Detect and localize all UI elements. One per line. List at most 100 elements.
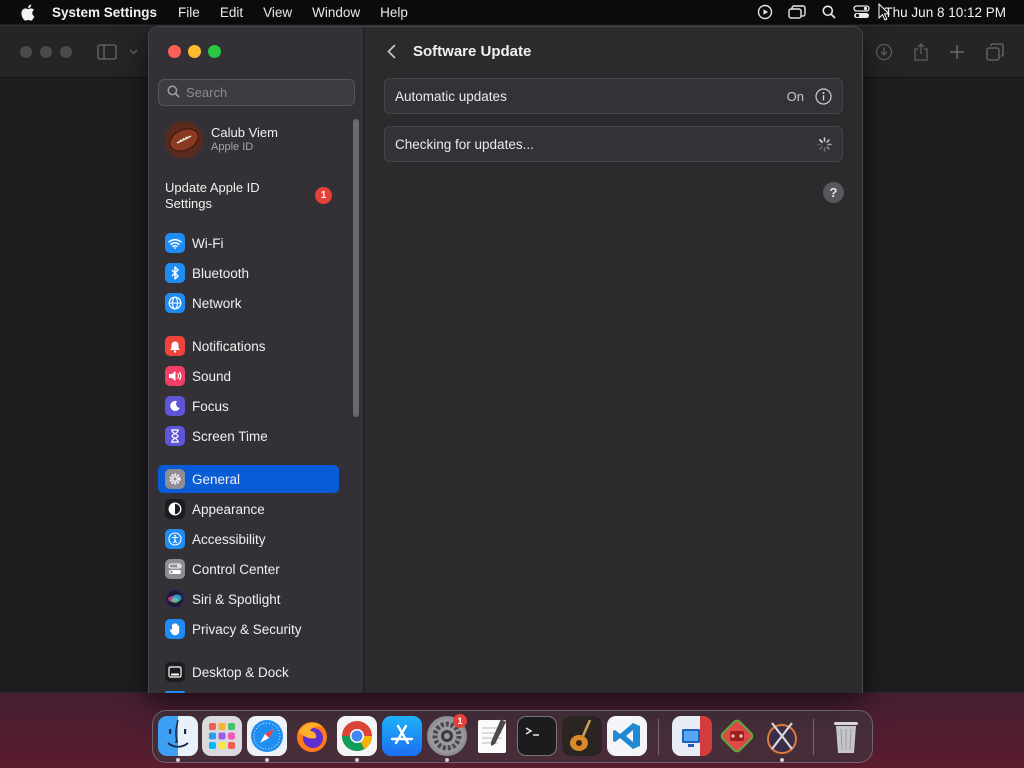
- menu-window[interactable]: Window: [312, 5, 360, 20]
- running-indicator: [355, 758, 359, 762]
- menu-app-name[interactable]: System Settings: [52, 5, 157, 20]
- moon-icon: [165, 396, 185, 416]
- bluetooth-icon: [165, 263, 185, 283]
- chevron-down-icon[interactable]: [126, 41, 140, 63]
- back-chevron-icon[interactable]: [383, 42, 399, 60]
- stage-manager-icon[interactable]: [788, 4, 807, 20]
- sidebar-item-siri-spotlight[interactable]: Siri & Spotlight: [158, 585, 339, 613]
- bell-icon: [165, 336, 185, 356]
- sidebar-item-label: Desktop & Dock: [192, 664, 289, 680]
- screen-recording-icon[interactable]: [756, 4, 774, 20]
- automatic-updates-row[interactable]: Automatic updates On: [384, 78, 843, 114]
- search-icon: [167, 84, 180, 101]
- gear-icon: [165, 469, 185, 489]
- sidebar-item-label: Sound: [192, 368, 232, 384]
- dock-firefox-icon[interactable]: [292, 716, 332, 756]
- dock-vscode-icon[interactable]: [607, 716, 647, 756]
- search-input[interactable]: [186, 85, 346, 100]
- sidebar-item-label: Notifications: [192, 338, 266, 354]
- speaker-icon: [165, 366, 185, 386]
- info-icon[interactable]: [815, 88, 832, 105]
- zoom-button[interactable]: [208, 45, 221, 58]
- notification-badge: 1: [315, 187, 332, 204]
- dock-remote-desktop-icon[interactable]: [672, 716, 712, 756]
- menu-file[interactable]: File: [178, 5, 200, 20]
- sidebar-item-wifi[interactable]: Wi-Fi: [158, 229, 339, 257]
- spotlight-search-icon[interactable]: [820, 4, 838, 20]
- sidebar-item-label: General: [192, 471, 241, 487]
- bg-zoom-button[interactable]: [60, 46, 72, 58]
- dock-launchpad-icon[interactable]: [202, 716, 242, 756]
- appearance-icon: [165, 499, 185, 519]
- sidebar-item-bluetooth[interactable]: Bluetooth: [158, 259, 339, 287]
- menu-help[interactable]: Help: [380, 5, 408, 20]
- profile-name: Calub Viem: [211, 125, 278, 140]
- dock-textedit-icon[interactable]: [472, 716, 512, 756]
- dock: 1: [152, 710, 873, 763]
- globe-icon: [165, 293, 185, 313]
- menu-view[interactable]: View: [263, 5, 292, 20]
- accessibility-icon: [165, 529, 185, 549]
- dock-garageband-icon[interactable]: [562, 716, 602, 756]
- sidebar-item-label: Screen Time: [192, 428, 268, 444]
- update-apple-id-settings[interactable]: Update Apple ID Settings 1: [165, 180, 337, 214]
- dock-finder-icon[interactable]: [158, 716, 198, 756]
- sidebar-item-notifications[interactable]: Notifications: [158, 332, 339, 360]
- dock-terminal-icon[interactable]: [517, 716, 557, 756]
- hand-icon: [165, 619, 185, 639]
- sidebar-item-sound[interactable]: Sound: [158, 362, 339, 390]
- profile-subtitle: Apple ID: [211, 141, 254, 153]
- content-pane: Software Update Automatic updates On Che…: [365, 27, 862, 693]
- apple-id-profile[interactable]: Calub Viem Apple ID: [165, 120, 345, 160]
- dock-instruments-icon[interactable]: [762, 716, 802, 756]
- sidebar-item-privacy-security[interactable]: Privacy & Security: [158, 615, 339, 643]
- sidebar-item-focus[interactable]: Focus: [158, 392, 339, 420]
- sidebar-item-general[interactable]: General: [158, 465, 339, 493]
- sidebar-item-accessibility[interactable]: Accessibility: [158, 525, 339, 553]
- sidebar-toggle-icon[interactable]: [96, 41, 118, 63]
- search-field[interactable]: [158, 79, 355, 106]
- help-button[interactable]: ?: [823, 182, 844, 203]
- sidebar-item-label: Network: [192, 295, 242, 311]
- dock-app-store-icon[interactable]: [382, 716, 422, 756]
- bg-close-button[interactable]: [20, 46, 32, 58]
- sidebar-item-desktop-dock[interactable]: Desktop & Dock: [158, 658, 339, 686]
- checking-updates-row: Checking for updates...: [384, 126, 843, 162]
- mouse-cursor-icon: [878, 2, 891, 21]
- sidebar-item-label: Focus: [192, 398, 229, 414]
- control-center-icon: [165, 559, 185, 579]
- dock-trash-icon[interactable]: [826, 716, 866, 756]
- dock-settings-badge: 1: [453, 714, 467, 728]
- new-tab-icon[interactable]: [946, 41, 968, 63]
- dock-safari-icon[interactable]: [247, 716, 287, 756]
- control-center-icon[interactable]: [852, 4, 870, 20]
- loading-spinner-icon: [817, 137, 832, 152]
- dock-separator: [658, 719, 659, 755]
- close-button[interactable]: [168, 45, 181, 58]
- running-indicator: [176, 758, 180, 762]
- dock-separator: [813, 719, 814, 755]
- dock-red-app-icon[interactable]: [717, 716, 757, 756]
- bg-minimize-button[interactable]: [40, 46, 52, 58]
- menu-clock[interactable]: Thu Jun 8 10:12 PM: [884, 5, 1006, 20]
- tab-overview-icon[interactable]: [984, 41, 1006, 63]
- sidebar-item-control-center[interactable]: Control Center: [158, 555, 339, 583]
- download-icon[interactable]: [873, 41, 895, 63]
- menu-edit[interactable]: Edit: [220, 5, 243, 20]
- sidebar-scrollbar[interactable]: [353, 119, 359, 417]
- running-indicator: [265, 758, 269, 762]
- apple-menu-icon[interactable]: [16, 1, 38, 23]
- running-indicator: [445, 758, 449, 762]
- update-apple-id-label: Update Apple ID Settings: [165, 180, 260, 211]
- sidebar-item-label: Privacy & Security: [192, 621, 302, 637]
- running-indicator: [780, 758, 784, 762]
- dock-chrome-icon[interactable]: [337, 716, 377, 756]
- sidebar-item-label: Appearance: [192, 501, 265, 517]
- sidebar-item-screen-time[interactable]: Screen Time: [158, 422, 339, 450]
- sidebar-item-label: Control Center: [192, 561, 280, 577]
- minimize-button[interactable]: [188, 45, 201, 58]
- automatic-updates-value: On: [786, 89, 804, 104]
- sidebar-item-appearance[interactable]: Appearance: [158, 495, 339, 523]
- share-icon[interactable]: [910, 41, 932, 63]
- sidebar-item-network[interactable]: Network: [158, 289, 339, 317]
